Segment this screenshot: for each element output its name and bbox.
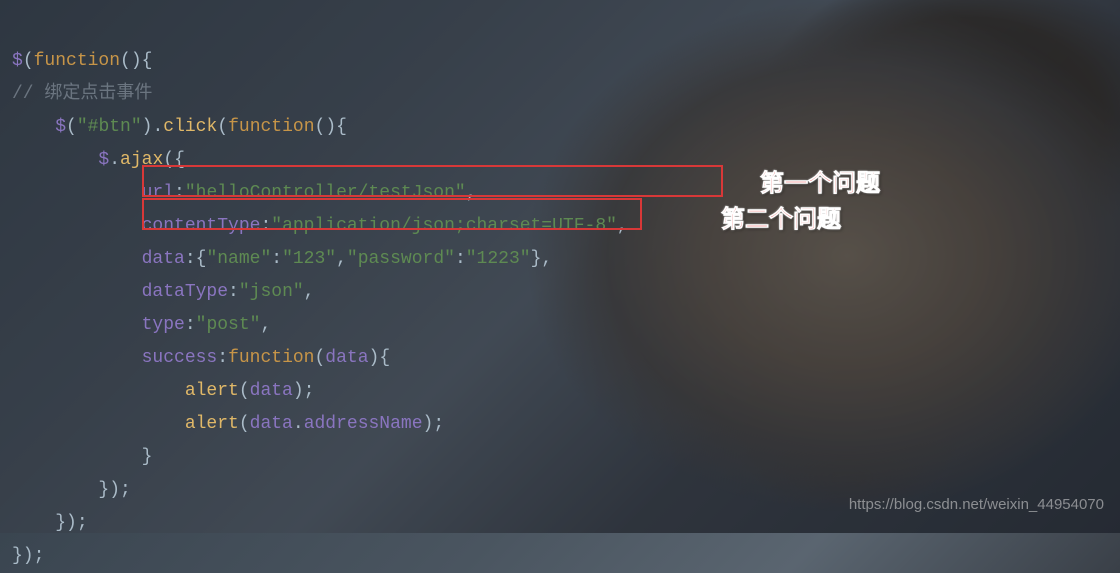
- indent: [12, 216, 142, 236]
- code-token: (){: [120, 51, 152, 71]
- code-token: });: [12, 546, 44, 566]
- code-token: :: [271, 249, 282, 269]
- code-string: "json": [239, 282, 304, 302]
- code-token: .: [293, 414, 304, 434]
- code-token: function: [228, 117, 314, 137]
- indent: [12, 414, 185, 434]
- code-token: );: [423, 414, 445, 434]
- code-token: (: [217, 117, 228, 137]
- indent: [12, 447, 142, 467]
- code-token: alert: [185, 381, 239, 401]
- indent: [12, 282, 142, 302]
- code-token: click: [163, 117, 217, 137]
- code-token: function: [228, 348, 314, 368]
- code-token: $: [98, 150, 109, 170]
- code-string: "password": [347, 249, 455, 269]
- indent: [12, 315, 142, 335]
- code-token: :: [455, 249, 466, 269]
- code-key: type: [142, 315, 185, 335]
- indent: [12, 348, 142, 368]
- highlight-box-1: [142, 165, 723, 197]
- code-token: );: [293, 381, 315, 401]
- code-string: "post": [196, 315, 261, 335]
- code-key: success: [142, 348, 218, 368]
- indent: [12, 381, 185, 401]
- watermark-text: https://blog.csdn.net/weixin_44954070: [849, 488, 1104, 521]
- code-token: ,: [304, 282, 315, 302]
- code-key: data: [142, 249, 185, 269]
- indent: [12, 513, 55, 533]
- code-token: :: [228, 282, 239, 302]
- code-token: data: [325, 348, 368, 368]
- code-token: data: [250, 381, 293, 401]
- code-token: (: [23, 51, 34, 71]
- code-token: (: [314, 348, 325, 368]
- indent: [12, 183, 142, 203]
- code-token: :: [185, 315, 196, 335]
- code-token: ,: [336, 249, 347, 269]
- annotation-second-problem: 第二个问题: [721, 204, 841, 237]
- code-token: (: [239, 414, 250, 434]
- code-token: });: [98, 480, 130, 500]
- indent: [12, 480, 98, 500]
- code-token: (){: [315, 117, 347, 137]
- code-token: (: [239, 381, 250, 401]
- annotation-first-problem: 第一个问题: [760, 168, 880, 201]
- code-string: "123": [282, 249, 336, 269]
- code-token: :{: [185, 249, 207, 269]
- highlight-box-2: [142, 198, 642, 230]
- code-string: "1223": [466, 249, 531, 269]
- code-comment: // 绑定点击事件: [12, 84, 152, 104]
- code-string: "name": [206, 249, 271, 269]
- code-token: });: [55, 513, 87, 533]
- code-token: },: [531, 249, 553, 269]
- code-token: $: [12, 51, 23, 71]
- code-token: }: [142, 447, 153, 467]
- indent: [12, 117, 55, 137]
- code-token: function: [34, 51, 120, 71]
- code-token: $: [55, 117, 66, 137]
- code-token: :: [217, 348, 228, 368]
- code-token: data: [250, 414, 293, 434]
- code-token: ,: [260, 315, 271, 335]
- code-key: dataType: [142, 282, 228, 302]
- code-token: .: [109, 150, 120, 170]
- code-token: ).: [142, 117, 164, 137]
- code-token: alert: [185, 414, 239, 434]
- code-token: ){: [369, 348, 391, 368]
- indent: [12, 150, 98, 170]
- code-token: addressName: [304, 414, 423, 434]
- code-string: "#btn": [77, 117, 142, 137]
- indent: [12, 249, 142, 269]
- code-token: (: [66, 117, 77, 137]
